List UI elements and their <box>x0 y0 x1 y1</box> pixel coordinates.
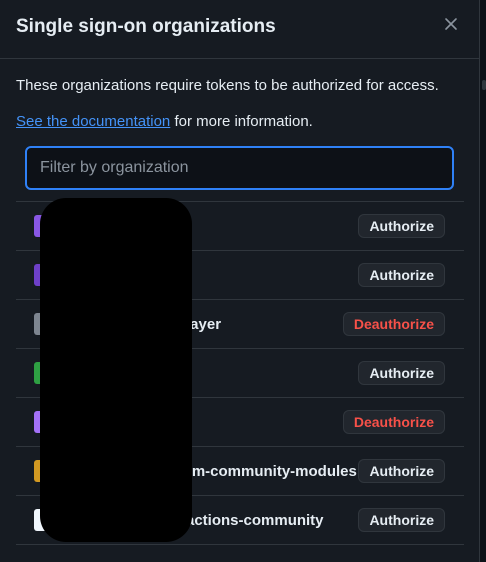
close-button[interactable] <box>439 12 463 36</box>
sso-dialog: Single sign-on organizations These organ… <box>0 0 480 562</box>
authorize-button[interactable]: Authorize <box>358 508 445 532</box>
deauthorize-button[interactable]: Deauthorize <box>342 312 445 336</box>
dialog-title: Single sign-on organizations <box>16 16 276 37</box>
close-icon <box>445 18 457 30</box>
authorize-button[interactable]: Authorize <box>358 361 445 385</box>
redaction-overlay <box>40 198 192 542</box>
organization-name: rm-community-modules <box>186 462 357 480</box>
deauthorize-button[interactable]: Deauthorize <box>342 410 445 434</box>
filter-input[interactable] <box>25 146 454 190</box>
documentation-line: See the documentation for more informati… <box>16 112 463 132</box>
authorize-button[interactable]: Authorize <box>358 214 445 238</box>
documentation-suffix: for more information. <box>170 113 313 130</box>
dialog-header: Single sign-on organizations <box>0 0 479 59</box>
authorize-button[interactable]: Authorize <box>358 263 445 287</box>
dialog-body: These organizations require tokens to be… <box>0 76 479 190</box>
documentation-link[interactable]: See the documentation <box>16 113 170 130</box>
scrollbar-marker <box>482 80 486 90</box>
organization-name: actions-community <box>186 511 324 529</box>
authorize-button[interactable]: Authorize <box>358 459 445 483</box>
filter-wrapper <box>25 146 454 190</box>
dialog-description: These organizations require tokens to be… <box>16 77 439 94</box>
